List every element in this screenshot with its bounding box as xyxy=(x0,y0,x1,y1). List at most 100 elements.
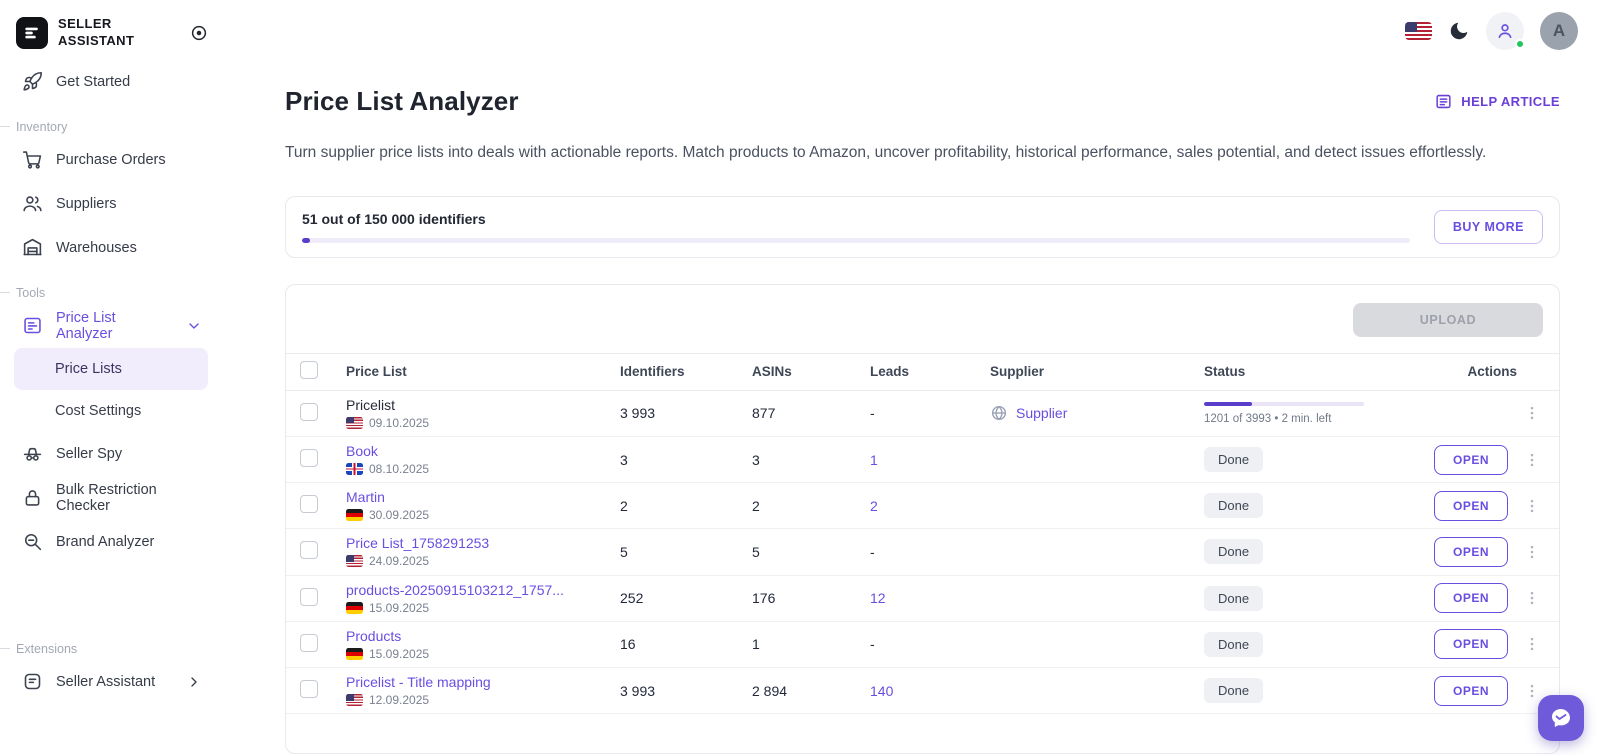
table-row: Book 08.10.2025 3 3 1 Done OPEN xyxy=(286,437,1559,483)
open-button[interactable]: OPEN xyxy=(1434,676,1508,706)
chevron-right-icon xyxy=(186,674,202,690)
select-all-checkbox[interactable] xyxy=(300,361,318,379)
status-badge: Done xyxy=(1204,586,1263,611)
upload-date: 24.09.2025 xyxy=(369,554,429,568)
collapse-target-icon[interactable] xyxy=(190,24,208,42)
kebab-menu-icon[interactable] xyxy=(1523,589,1541,607)
price-list-link[interactable]: Martin xyxy=(346,489,596,505)
sidebar-item-purchase-orders[interactable]: Purchase Orders xyxy=(14,138,210,182)
page-title: Price List Analyzer xyxy=(285,86,519,117)
column-header-supplier: Supplier xyxy=(990,364,1204,379)
identifiers-value: 2 xyxy=(620,498,752,514)
leads-link[interactable]: 2 xyxy=(870,498,878,514)
status-badge: Done xyxy=(1204,493,1263,518)
help-article-link[interactable]: HELP ARTICLE xyxy=(1434,92,1560,111)
upload-date: 15.09.2025 xyxy=(369,647,429,661)
row-checkbox[interactable] xyxy=(300,680,318,698)
upload-date: 15.09.2025 xyxy=(369,601,429,615)
account-button[interactable] xyxy=(1486,12,1524,50)
sidebar-item-bulk-restriction-checker[interactable]: Bulk Restriction Checker xyxy=(14,476,210,520)
leads-value: - xyxy=(870,544,990,560)
online-status-dot xyxy=(1515,39,1525,49)
open-button[interactable]: OPEN xyxy=(1434,583,1508,613)
asins-value: 1 xyxy=(752,636,870,652)
sidebar-item-get-started[interactable]: Get Started xyxy=(14,60,210,104)
upload-button[interactable]: UPLOAD xyxy=(1353,303,1543,337)
price-list-link[interactable]: products-20250915103212_1757... xyxy=(346,582,596,598)
lock-icon xyxy=(22,487,43,508)
status-badge: Done xyxy=(1204,632,1263,657)
sidebar-item-label: Brand Analyzer xyxy=(56,534,154,550)
supplier-link[interactable]: Supplier xyxy=(1016,405,1067,421)
sidebar-item-label: Cost Settings xyxy=(55,403,141,419)
price-list-link[interactable]: Pricelist - Title mapping xyxy=(346,674,596,690)
chat-icon xyxy=(1549,706,1573,730)
open-button[interactable]: OPEN xyxy=(1434,491,1508,521)
kebab-menu-icon[interactable] xyxy=(1523,451,1541,469)
leads-value: - xyxy=(870,405,990,421)
row-checkbox[interactable] xyxy=(300,541,318,559)
asins-value: 877 xyxy=(752,405,870,421)
price-list-icon xyxy=(22,315,43,336)
kebab-menu-icon[interactable] xyxy=(1523,543,1541,561)
row-progress-bar xyxy=(1204,402,1364,406)
sidebar-item-label: Purchase Orders xyxy=(56,152,166,168)
avatar[interactable]: A xyxy=(1540,12,1578,50)
kebab-menu-icon[interactable] xyxy=(1523,404,1541,422)
sidebar-item-suppliers[interactable]: Suppliers xyxy=(14,182,210,226)
table-row: Martin 30.09.2025 2 2 2 Done OPEN xyxy=(286,483,1559,529)
price-list-link[interactable]: Price List_1758291253 xyxy=(346,535,596,551)
row-checkbox[interactable] xyxy=(300,403,318,421)
status-badge: Done xyxy=(1204,447,1263,472)
open-button[interactable]: OPEN xyxy=(1434,537,1508,567)
identifiers-value: 3 993 xyxy=(620,683,752,699)
moon-icon[interactable] xyxy=(1448,20,1470,42)
sidebar-item-price-list-analyzer[interactable]: Price List Analyzer xyxy=(14,304,210,348)
row-checkbox[interactable] xyxy=(300,634,318,652)
sidebar-subitem-price-lists[interactable]: Price Lists xyxy=(14,348,208,390)
chevron-down-icon xyxy=(186,318,202,334)
sidebar-item-seller-spy[interactable]: Seller Spy xyxy=(14,432,210,476)
leads-link[interactable]: 140 xyxy=(870,683,893,699)
sidebar-item-label: Get Started xyxy=(56,74,130,90)
leads-link[interactable]: 1 xyxy=(870,452,878,468)
status-badge: Done xyxy=(1204,539,1263,564)
identifiers-value: 3 xyxy=(620,452,752,468)
seller-assistant-logo xyxy=(16,17,48,49)
globe-icon xyxy=(990,404,1008,422)
rocket-icon xyxy=(22,71,43,92)
open-button[interactable]: OPEN xyxy=(1434,629,1508,659)
asins-value: 3 xyxy=(752,452,870,468)
price-list-link[interactable]: Book xyxy=(346,443,596,459)
brand-name: SELLER ASSISTANT xyxy=(58,16,134,50)
table-row: Pricelist 09.10.2025 3 993 877 - Supplie… xyxy=(286,391,1559,437)
kebab-menu-icon[interactable] xyxy=(1523,682,1541,700)
table-row: Price List_1758291253 24.09.2025 5 5 - D… xyxy=(286,529,1559,575)
column-header-status: Status xyxy=(1204,364,1452,379)
status-badge: Done xyxy=(1204,678,1263,703)
row-checkbox[interactable] xyxy=(300,495,318,513)
leads-link[interactable]: 12 xyxy=(870,590,886,606)
asins-value: 2 xyxy=(752,498,870,514)
language-flag-icon[interactable] xyxy=(1405,22,1432,40)
sidebar-subitem-cost-settings[interactable]: Cost Settings xyxy=(14,390,208,432)
sidebar-item-warehouses[interactable]: Warehouses xyxy=(14,226,210,270)
brand-name-line2: ASSISTANT xyxy=(58,33,134,48)
sidebar-item-label: Price List Analyzer xyxy=(56,310,173,342)
sidebar-item-seller-assistant-extension[interactable]: Seller Assistant xyxy=(14,660,210,704)
kebab-menu-icon[interactable] xyxy=(1523,497,1541,515)
topbar: A xyxy=(1405,12,1578,50)
chat-launcher-button[interactable] xyxy=(1538,695,1584,741)
usage-label: 51 out of 150 000 identifiers xyxy=(302,211,1410,227)
open-button[interactable]: OPEN xyxy=(1434,445,1508,475)
identifiers-value: 5 xyxy=(620,544,752,560)
country-flag-icon xyxy=(346,602,363,614)
sidebar-item-brand-analyzer[interactable]: Brand Analyzer xyxy=(14,520,210,564)
price-list-link[interactable]: Products xyxy=(346,628,596,644)
avatar-initial: A xyxy=(1553,21,1565,41)
row-checkbox[interactable] xyxy=(300,449,318,467)
column-header-asins: ASINs xyxy=(752,364,870,379)
row-checkbox[interactable] xyxy=(300,588,318,606)
buy-more-button[interactable]: BUY MORE xyxy=(1434,210,1543,244)
kebab-menu-icon[interactable] xyxy=(1523,635,1541,653)
